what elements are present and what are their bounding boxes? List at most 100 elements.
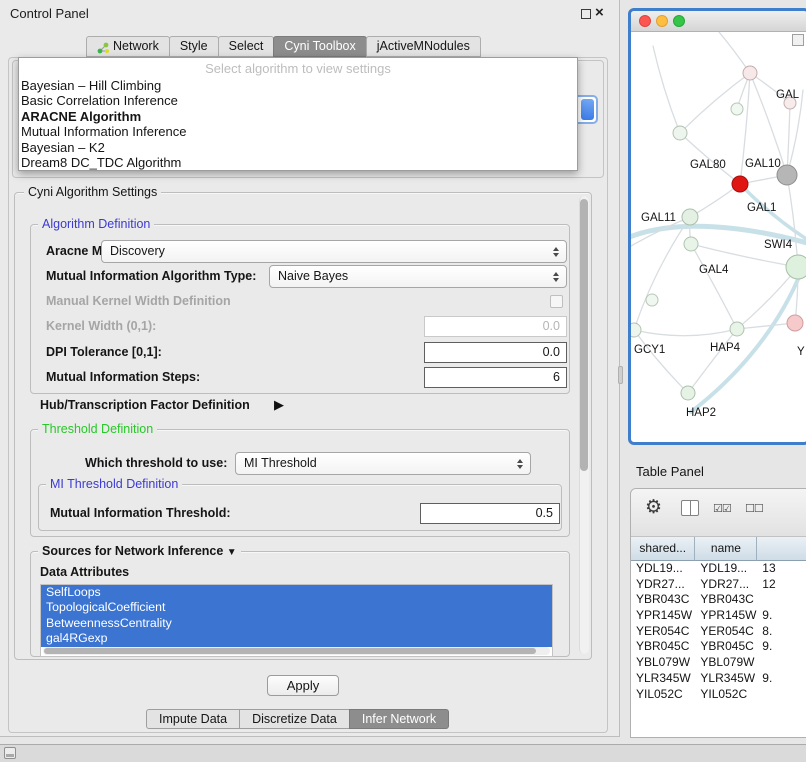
list-hscrollbar-track[interactable] [43,647,550,655]
network-node[interactable] [631,323,641,337]
network-node[interactable] [673,126,687,140]
network-node[interactable] [731,103,743,115]
close-icon[interactable]: × [595,4,604,21]
table-cell: YBL079W [631,655,695,671]
data-attribute-item[interactable]: BetweennessCentrality [41,616,552,631]
combo-arrows-icon [553,247,559,257]
table-row[interactable]: YIL052CYIL052C [631,687,806,703]
algorithm-option[interactable]: Bayesian – K2 [19,140,577,155]
network-node[interactable] [787,315,803,331]
table-row[interactable]: YPR145WYPR145W9. [631,608,806,624]
table-rows: YDL19...YDL19...13YDR27...YDR27...12YBR0… [631,561,806,737]
manual-kernel-checkbox[interactable] [550,295,563,308]
table-cell: YDR27... [695,577,757,593]
data-attribute-item[interactable]: SelfLoops [41,585,552,600]
mi-threshold-field[interactable]: 0.5 [420,503,560,524]
table-row[interactable]: YBL079WYBL079W [631,655,806,671]
show-panel-icon[interactable] [4,747,16,759]
network-node[interactable] [730,322,744,336]
mi-steps-field[interactable]: 6 [424,367,567,388]
tab-label: Network [113,37,159,56]
data-attributes-list[interactable]: SelfLoopsTopologicalCoefficientBetweenne… [40,584,553,657]
column-header[interactable]: name [695,537,757,561]
network-node[interactable] [684,237,698,251]
deselect-all-icon[interactable]: ☐☐ [745,502,763,515]
which-threshold-combo[interactable]: MI Threshold [235,452,531,475]
sources-collapse-arrow-icon[interactable]: ▼ [227,547,237,558]
table-row[interactable]: YLR345WYLR345W9. [631,671,806,687]
network-node[interactable] [743,66,757,80]
bottom-tab-impute-data[interactable]: Impute Data [146,709,240,729]
combo-arrow-button-icon[interactable] [581,99,594,120]
apply-button[interactable]: Apply [267,675,339,696]
select-all-icon[interactable]: ☑☑ [713,502,731,515]
network-node[interactable] [646,294,658,306]
gear-icon[interactable]: ⚙ [645,496,662,519]
network-edge [691,272,801,412]
table-cell: YIL052C [631,687,695,703]
data-attribute-item[interactable]: gal4RGexp [41,631,552,646]
network-edge [787,175,798,267]
tab-jactivemnodules[interactable]: jActiveMNodules [366,36,481,57]
bottom-tab-infer-network[interactable]: Infer Network [349,709,449,729]
bottom-tab-discretize-data[interactable]: Discretize Data [239,709,350,729]
list-hscrollbar-thumb[interactable] [44,648,536,654]
tab-label: Cyni Toolbox [284,37,355,56]
hub-expand-arrow-icon[interactable]: ▶ [274,397,284,413]
network-node[interactable] [732,176,748,192]
algorithm-option[interactable]: Basic Correlation Inference [19,93,577,108]
sources-title: Sources for Network Inference ▼ [38,544,241,558]
network-node[interactable] [682,209,698,225]
table-cell: YDR27... [631,577,695,593]
tab-cyni-toolbox[interactable]: Cyni Toolbox [273,36,366,57]
table-row[interactable]: YER054CYER054C8. [631,624,806,640]
table-cell: YBR045C [631,639,695,655]
algorithm-option[interactable]: Mutual Information Inference [19,124,577,139]
data-attributes-label: Data Attributes [40,565,129,579]
table-cell: YBR043C [631,592,695,608]
algorithm-option[interactable]: Dream8 DC_TDC Algorithm [19,155,577,170]
settings-scrollbar-thumb[interactable] [580,199,588,471]
kernel-width-field[interactable]: 0.0 [424,316,567,337]
network-window-titlebar[interactable] [631,11,806,32]
network-node[interactable] [786,255,806,279]
network-edge [690,184,740,217]
tab-select[interactable]: Select [218,36,275,57]
dpi-tolerance-label: DPI Tolerance [0,1]: [46,345,162,359]
network-node[interactable] [681,386,695,400]
algorithm-option[interactable]: ARACNE Algorithm [19,109,577,124]
tab-network[interactable]: Network [86,36,170,57]
node-label: GAL1 [747,202,776,214]
window-title: Control Panel [10,6,89,21]
table-row[interactable]: YBR045CYBR045C9. [631,639,806,655]
table-row[interactable]: YBR043CYBR043C [631,592,806,608]
algorithm-option[interactable]: Bayesian – Hill Climbing [19,78,577,93]
table-row[interactable]: YDR27...YDR27...12 [631,577,806,593]
threshold-definition-title: Threshold Definition [38,422,157,436]
dpi-tolerance-field[interactable]: 0.0 [424,342,567,363]
table-cell: 13 [757,561,806,577]
sources-title-text: Sources for Network Inference [42,544,223,558]
zoom-traffic-light-icon[interactable] [673,15,685,27]
aracne-mode-combo[interactable]: Discovery [101,240,567,263]
columns-icon[interactable] [681,500,699,516]
node-label: GAL4 [699,264,729,276]
panel-splitter[interactable] [618,366,623,384]
canvas-corner-widget[interactable] [792,34,804,46]
which-threshold-value: MI Threshold [244,456,317,470]
mi-type-combo[interactable]: Naive Bayes [269,265,567,288]
data-attribute-item[interactable]: TopologicalCoefficient [41,600,552,615]
tab-style[interactable]: Style [169,36,219,57]
column-header[interactable]: shared... [631,537,695,561]
network-edge [719,32,750,73]
column-header[interactable] [757,537,806,561]
node-label: GAL10 [745,158,781,170]
node-label: HAP4 [710,342,741,354]
close-traffic-light-icon[interactable] [639,15,651,27]
minimize-traffic-light-icon[interactable] [656,15,668,27]
app-root: Control Panel × Network StyleSelect Cyni T… [0,0,806,762]
node-label: GAL80 [690,159,726,171]
network-canvas[interactable]: GAL80GAL10GAL11GAL1SWI4GAL4GCY1HAP4HAP2G… [631,32,806,442]
float-window-icon[interactable] [581,9,591,19]
table-row[interactable]: YDL19...YDL19...13 [631,561,806,577]
